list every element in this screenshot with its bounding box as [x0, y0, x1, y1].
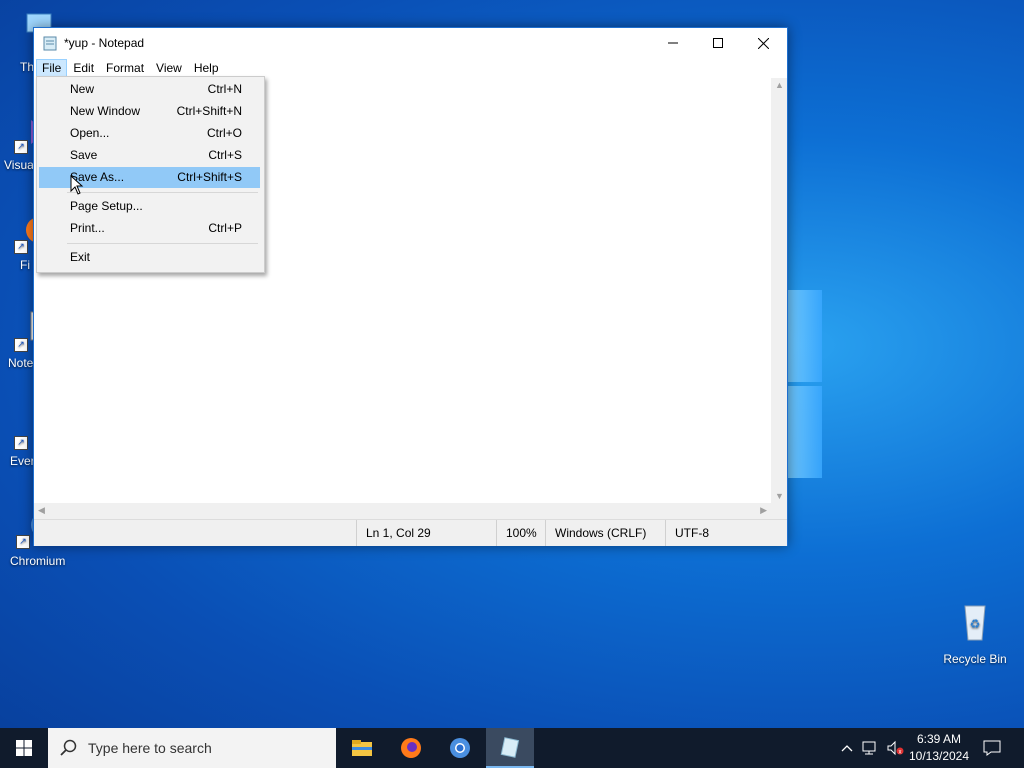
menu-format[interactable]: Format	[100, 59, 150, 77]
taskbar-firefox[interactable]	[387, 728, 435, 768]
menu-item-print[interactable]: Print... Ctrl+P	[39, 218, 260, 239]
chevron-up-icon	[841, 745, 853, 752]
menu-item-page-setup[interactable]: Page Setup...	[39, 196, 260, 217]
clock-time: 6:39 AM	[916, 732, 962, 746]
wallpaper-windows-logo	[786, 290, 822, 480]
menu-separator	[67, 243, 258, 244]
svg-text:♻: ♻	[970, 617, 981, 631]
close-button[interactable]	[740, 28, 786, 58]
scrollbar-corner	[771, 503, 787, 519]
desktop-icon-label: Note	[8, 356, 34, 370]
desktop-icon-label: Th	[20, 60, 35, 74]
search-icon	[60, 739, 77, 756]
taskbar-file-explorer[interactable]	[338, 728, 386, 768]
desktop-icon-recycle-bin[interactable]: ♻ Recycle Bin	[938, 600, 1012, 666]
mouse-cursor-icon	[70, 175, 84, 195]
menu-view[interactable]: View	[150, 59, 188, 77]
taskbar-search-box[interactable]: Type here to search	[48, 728, 336, 768]
scroll-left-icon[interactable]: ◀	[38, 505, 45, 516]
chromium-icon	[450, 738, 470, 758]
desktop-icon-label: Fi	[20, 258, 30, 272]
minimize-icon	[668, 42, 678, 44]
menu-separator	[67, 192, 258, 193]
menu-item-save[interactable]: Save Ctrl+S	[39, 145, 260, 166]
network-button[interactable]	[860, 728, 882, 768]
desktop-icon-label: Chromium	[10, 554, 66, 568]
taskbar-clock[interactable]: 6:39 AM 10/13/2024	[902, 731, 976, 765]
firefox-icon	[401, 738, 421, 758]
scroll-right-icon[interactable]: ▶	[760, 505, 767, 516]
shortcut-arrow-icon: ↗	[14, 140, 28, 154]
status-position: Ln 1, Col 29	[356, 520, 496, 546]
windows-logo-icon	[16, 740, 32, 756]
status-line-ending: Windows (CRLF)	[545, 520, 665, 546]
desktop-icon-label: Ever	[10, 454, 35, 468]
action-center-button[interactable]	[980, 728, 1004, 768]
shortcut-arrow-icon: ↗	[14, 240, 28, 254]
status-zoom: 100%	[496, 520, 546, 546]
taskbar-notepad[interactable]	[486, 728, 534, 768]
menu-item-exit[interactable]: Exit	[39, 247, 260, 268]
shortcut-arrow-icon: ↗	[16, 535, 30, 549]
close-icon	[757, 37, 769, 49]
menu-item-new-window[interactable]: New Window Ctrl+Shift+N	[39, 101, 260, 122]
shortcut-arrow-icon: ↗	[14, 436, 28, 450]
shortcut-arrow-icon: ↗	[14, 338, 28, 352]
maximize-icon	[713, 38, 723, 48]
recycle-bin-icon: ♻	[955, 600, 995, 641]
menu-bar: File Edit Format View Help	[34, 58, 787, 78]
window-title: *yup - Notepad	[64, 36, 145, 50]
menu-file[interactable]: File	[36, 59, 68, 77]
start-button[interactable]	[0, 728, 48, 768]
menu-edit[interactable]: Edit	[67, 59, 100, 77]
scroll-down-icon[interactable]: ▼	[775, 491, 784, 501]
taskbar-chromium[interactable]	[436, 728, 484, 768]
status-encoding: UTF-8	[665, 520, 785, 546]
vertical-scrollbar[interactable]: ▲ ▼	[771, 78, 787, 503]
menu-item-open[interactable]: Open... Ctrl+O	[39, 123, 260, 144]
search-placeholder: Type here to search	[88, 740, 212, 756]
title-bar[interactable]: *yup - Notepad	[34, 28, 787, 58]
show-hidden-icons-button[interactable]	[838, 728, 856, 768]
status-bar: Ln 1, Col 29 100% Windows (CRLF) UTF-8	[34, 519, 787, 546]
notepad-icon	[43, 35, 57, 51]
file-explorer-icon	[352, 740, 372, 756]
network-icon	[862, 741, 876, 755]
menu-help[interactable]: Help	[188, 59, 225, 77]
notepad-icon	[500, 737, 520, 758]
desktop-icon-label: Recycle Bin	[943, 652, 1007, 666]
scroll-up-icon[interactable]: ▲	[775, 80, 784, 90]
horizontal-scrollbar[interactable]: ◀ ▶	[34, 503, 771, 519]
notification-icon	[983, 740, 1001, 756]
taskbar: Type here to search x 6:39 AM 10/13/2024	[0, 728, 1024, 768]
maximize-button[interactable]	[695, 28, 741, 58]
menu-item-new[interactable]: New Ctrl+N	[39, 79, 260, 100]
clock-date: 10/13/2024	[908, 749, 970, 763]
minimize-button[interactable]	[650, 28, 696, 58]
